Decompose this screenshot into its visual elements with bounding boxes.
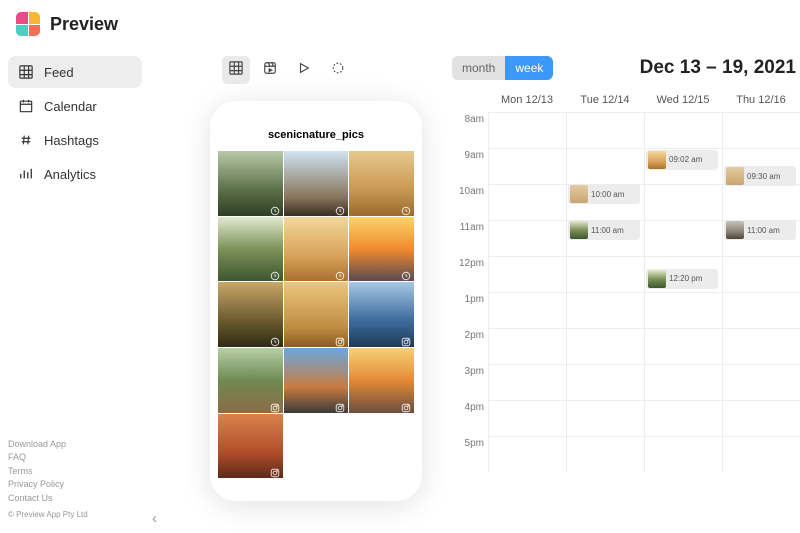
calendar-event[interactable]: 10:00 am (568, 184, 640, 204)
app-title: Preview (50, 14, 118, 35)
calendar-event[interactable]: 09:30 am (724, 166, 796, 186)
feed-thumb[interactable] (284, 217, 349, 282)
sidebar-item-analytics[interactable]: Analytics (8, 158, 142, 190)
clock-icon (270, 203, 280, 213)
calendar-event[interactable]: 11:00 am (724, 220, 796, 240)
hour-label: 9am (452, 148, 488, 184)
calendar-icon (18, 98, 34, 114)
event-time: 09:30 am (747, 172, 780, 181)
footer-link[interactable]: Download App (8, 438, 142, 452)
profile-username: scenicnature_pics (218, 129, 414, 141)
sidebar-item-label: Feed (44, 65, 74, 80)
week-view-button[interactable]: week (505, 56, 553, 80)
feed-thumb[interactable] (218, 217, 283, 282)
day-header: Thu 12/16 (722, 94, 800, 112)
hour-label: 5pm (452, 436, 488, 472)
app-logo (16, 12, 40, 36)
refresh-button[interactable] (324, 56, 352, 84)
hour-label: 11am (452, 220, 488, 256)
sidebar-item-label: Hashtags (44, 133, 99, 148)
event-thumb (570, 185, 588, 203)
feed-thumb[interactable] (284, 348, 349, 413)
sidebar-item-hashtags[interactable]: Hashtags (8, 124, 142, 156)
day-header: Mon 12/13 (488, 94, 566, 112)
reels-view-button[interactable] (256, 56, 284, 84)
sidebar-item-feed[interactable]: Feed (8, 56, 142, 88)
grid-icon (229, 61, 243, 80)
calendar-range-title: Dec 13 – 19, 2021 (640, 57, 800, 79)
ig-icon (401, 400, 411, 410)
event-time: 09:02 am (669, 155, 702, 164)
ig-icon (270, 465, 280, 475)
ig-icon (335, 400, 345, 410)
feed-thumb[interactable] (284, 151, 349, 216)
chart-icon (18, 166, 34, 182)
day-header: Wed 12/15 (644, 94, 722, 112)
clock-icon (335, 268, 345, 278)
phone-preview: scenicnature_pics (210, 101, 422, 501)
day-column (566, 112, 644, 472)
feed-thumb[interactable] (349, 282, 414, 347)
footer-link[interactable]: Contact Us (8, 492, 142, 506)
ig-icon (401, 334, 411, 344)
event-time: 11:00 am (747, 226, 780, 235)
event-time: 11:00 am (591, 226, 624, 235)
hour-label: 4pm (452, 400, 488, 436)
reels-icon (263, 61, 277, 80)
play-icon (297, 61, 311, 80)
hour-label: 12pm (452, 256, 488, 292)
footer-link[interactable]: Privacy Policy (8, 478, 142, 492)
feed-thumb[interactable] (349, 217, 414, 282)
month-view-button[interactable]: month (452, 56, 505, 80)
hash-icon (18, 132, 34, 148)
calendar-event[interactable]: 12:20 pm (646, 269, 718, 289)
day-column (488, 112, 566, 472)
clock-icon (401, 203, 411, 213)
footer-link[interactable]: FAQ (8, 451, 142, 465)
event-time: 10:00 am (591, 190, 624, 199)
feed-thumb[interactable] (218, 151, 283, 216)
feed-thumb[interactable] (349, 151, 414, 216)
hour-label: 2pm (452, 328, 488, 364)
sidebar-item-calendar[interactable]: Calendar (8, 90, 142, 122)
feed-thumb[interactable] (349, 348, 414, 413)
clock-icon (401, 268, 411, 278)
feed-thumb[interactable] (218, 348, 283, 413)
event-thumb (726, 167, 744, 185)
feed-thumb[interactable] (218, 414, 283, 479)
video-view-button[interactable] (290, 56, 318, 84)
hour-label: 8am (452, 112, 488, 148)
clock-icon (270, 334, 280, 344)
event-thumb (648, 270, 666, 288)
event-thumb (726, 221, 744, 239)
calendar-view-toggle: month week (452, 56, 553, 80)
copyright: © Preview App Pty Ltd (8, 509, 142, 521)
calendar-event[interactable]: 09:02 am (646, 150, 718, 170)
refresh-icon (331, 61, 345, 80)
sidebar-item-label: Calendar (44, 99, 97, 114)
event-time: 12:20 pm (669, 274, 702, 283)
event-thumb (570, 221, 588, 239)
hour-label: 10am (452, 184, 488, 220)
day-header: Tue 12/14 (566, 94, 644, 112)
sidebar-item-label: Analytics (44, 167, 96, 182)
hour-label: 1pm (452, 292, 488, 328)
clock-icon (335, 203, 345, 213)
hour-label: 3pm (452, 364, 488, 400)
footer-link[interactable]: Terms (8, 465, 142, 479)
calendar-event[interactable]: 11:00 am (568, 220, 640, 240)
event-thumb (648, 151, 666, 169)
ig-icon (335, 334, 345, 344)
clock-icon (270, 268, 280, 278)
feed-thumb[interactable] (284, 282, 349, 347)
ig-icon (270, 400, 280, 410)
grid-view-button[interactable] (222, 56, 250, 84)
feed-thumb[interactable] (218, 282, 283, 347)
grid-icon (18, 64, 34, 80)
